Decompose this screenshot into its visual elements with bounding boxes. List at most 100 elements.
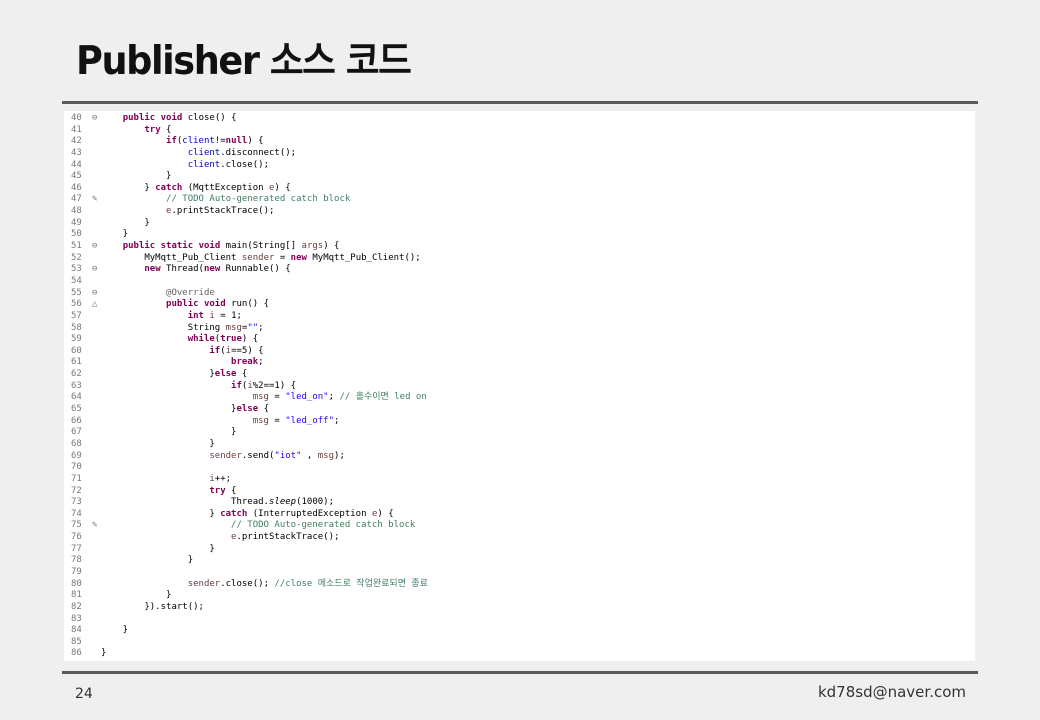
code-token: }: [101, 171, 172, 182]
code-line: 68 }: [64, 439, 428, 451]
line-number: 79: [71, 566, 82, 577]
code-text: }: [101, 171, 171, 183]
code-editor[interactable]: 40 ⊖ public void close() {41 try {42 if(c…: [64, 111, 975, 661]
code-line: 43 client.disconnect();: [64, 148, 428, 160]
code-text: if(client!=null) {: [101, 136, 264, 148]
line-number: 76: [71, 532, 82, 543]
code-token: TODO: [182, 194, 204, 205]
code-line: 77 }: [64, 544, 428, 556]
code-text: @Override: [101, 288, 215, 300]
code-token: =: [274, 252, 291, 263]
code-token: if: [166, 136, 177, 147]
line-number: 69: [71, 450, 82, 461]
slide-title: Publisher 소스 코드: [76, 39, 412, 84]
fold-icon[interactable]: ⊖: [92, 113, 101, 125]
code-text: if(i%2==1) {: [101, 381, 296, 393]
code-token: client: [187, 147, 221, 158]
code-text: client.disconnect();: [101, 148, 296, 160]
code-token: public: [122, 241, 156, 252]
fold-icon[interactable]: ⊖: [92, 288, 101, 300]
code-line: 44 client.close();: [64, 160, 428, 172]
code-text: public static void main(String[] args) {: [101, 241, 340, 253]
code-token: }: [101, 438, 215, 449]
line-number: 66: [71, 415, 82, 426]
code-token: !=: [214, 136, 226, 147]
override-marker-icon: △: [92, 299, 98, 310]
task-marker-icon: ✎: [92, 520, 98, 531]
code-token: public: [166, 299, 199, 310]
code-line: 59 while(true) {: [64, 334, 428, 346]
code-text: }).start();: [101, 602, 204, 614]
code-token: "": [247, 322, 259, 333]
code-line: 66 msg = "led_off";: [64, 416, 428, 428]
line-number: 73: [71, 497, 82, 508]
code-text: }: [101, 229, 128, 241]
code-token: if: [231, 380, 242, 391]
code-line: 61 break;: [64, 357, 428, 369]
code-token: @Override: [166, 287, 215, 298]
line-number: 64: [71, 392, 82, 403]
code-text: try {: [101, 486, 236, 498]
code-token: try: [209, 485, 226, 496]
code-token: ) {: [323, 241, 340, 252]
author-email: kd78sd@naver.com: [817, 683, 966, 701]
code-token: (MqttException: [182, 182, 269, 193]
page-number: 24: [75, 686, 93, 702]
line-number: 75: [71, 520, 82, 531]
code-text: // TODO Auto-generated catch block: [101, 520, 415, 532]
code-token: run() {: [225, 299, 270, 310]
code-text: }: [101, 543, 215, 556]
code-token: Runnable() {: [220, 264, 291, 275]
code-line: 63 if(i%2==1) {: [64, 381, 428, 393]
code-line: 72 try {: [64, 486, 428, 498]
code-text: public void run() {: [101, 299, 269, 311]
code-token: void: [160, 113, 183, 123]
code-token: msg: [225, 322, 242, 333]
code-text: // TODO Auto-generated catch block: [101, 194, 350, 206]
fold-icon[interactable]: ⊖: [92, 264, 101, 276]
line-number: 61: [71, 357, 82, 368]
fold-icon[interactable]: ⊖: [92, 241, 101, 253]
code-text: msg = "led_off";: [101, 415, 340, 428]
line-number: 56: [71, 299, 82, 310]
code-token: args: [301, 241, 324, 252]
code-token: =: [268, 392, 286, 403]
line-number: 74: [71, 508, 82, 519]
code-line: 53 ⊖ new Thread(new Runnable() {: [64, 264, 428, 276]
line-number: 68: [71, 438, 82, 449]
code-token: MyMqtt_Pub_Client: [101, 252, 242, 263]
code-line: 80 sender.close(); //close 메소드로 작업완료되면 종…: [64, 579, 428, 591]
line-number: 48: [71, 206, 82, 217]
code-line: 51 ⊖ public static void main(String[] arg…: [64, 241, 428, 253]
code-token: ==5) {: [231, 345, 264, 356]
line-number: 43: [71, 147, 82, 158]
line-number: 60: [71, 345, 82, 356]
code-token: =: [268, 415, 286, 426]
code-token: }: [101, 543, 215, 554]
code-token: int: [187, 310, 204, 321]
line-number: 59: [71, 334, 82, 345]
line-number: 65: [71, 404, 82, 415]
bottom-divider: [62, 671, 978, 674]
code-token: = 1;: [214, 310, 242, 321]
line-number: 49: [71, 217, 82, 228]
code-text: i++;: [101, 474, 231, 486]
code-line: 56 △ public void run() {: [64, 299, 428, 311]
code-token: .send(: [241, 450, 275, 461]
code-token: sender: [209, 450, 242, 461]
code-text: int i = 1;: [101, 311, 242, 323]
code-token: main(String[]: [220, 241, 302, 252]
code-token: }: [101, 590, 172, 601]
code-line: 67 }: [64, 427, 428, 439]
code-token: MyMqtt_Pub_Client();: [306, 252, 421, 263]
